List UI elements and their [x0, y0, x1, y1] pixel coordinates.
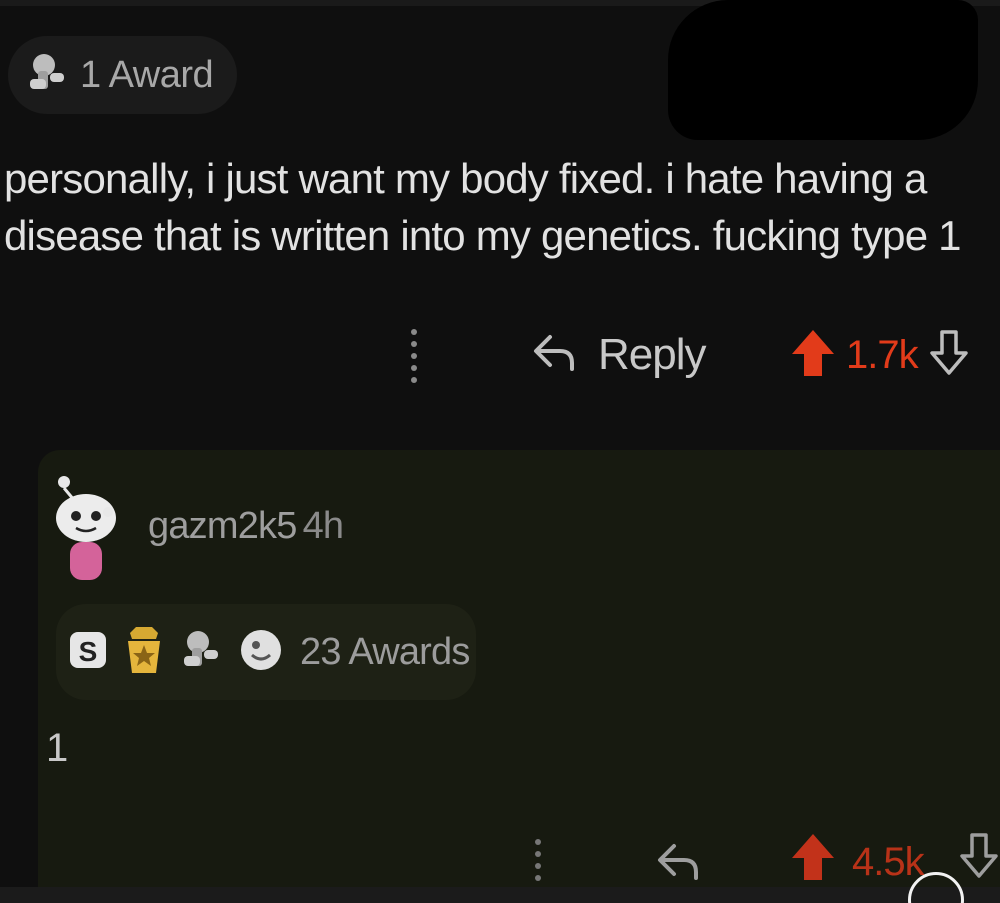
- helpful-award-icon: [238, 627, 284, 678]
- bottom-bar: [0, 887, 1000, 903]
- screenshot-page: 1 Award personally, i just want my body …: [0, 0, 1000, 903]
- reply-arrow-icon[interactable]: [656, 840, 702, 889]
- awards-pill[interactable]: S 23 Awards: [56, 604, 476, 700]
- downvote-arrow-icon[interactable]: [958, 832, 1000, 885]
- redaction-mark: [668, 0, 978, 140]
- reply-button[interactable]: Reply: [532, 330, 706, 380]
- username[interactable]: gazm2k5: [148, 505, 297, 547]
- reply-comment-body: 1: [46, 726, 69, 770]
- downvote-arrow-icon[interactable]: [928, 329, 970, 382]
- award-pill[interactable]: 1 Award: [8, 36, 238, 114]
- upvote-arrow-icon[interactable]: [790, 328, 836, 383]
- award-count-label: 1 Award: [80, 53, 214, 96]
- helpful-award-icon: [24, 49, 72, 102]
- score-count: 1.7k: [846, 333, 919, 377]
- comment-age: 4h: [302, 505, 344, 547]
- score-count: 4.5k: [852, 840, 925, 884]
- reply-author[interactable]: gazm2k5 4h: [148, 505, 344, 548]
- gold-award-icon: [122, 623, 166, 682]
- svg-text:S: S: [79, 636, 98, 667]
- vote-controls: 1.7k: [790, 328, 970, 383]
- reply-arrow-icon: [532, 331, 578, 380]
- avatar[interactable]: [48, 470, 128, 588]
- upvote-arrow-icon[interactable]: [790, 832, 836, 887]
- silver-award-icon: S: [66, 628, 110, 677]
- more-vertical-icon[interactable]: [530, 832, 546, 893]
- wholesome-award-icon: [178, 626, 226, 679]
- more-options-button[interactable]: [404, 322, 424, 392]
- parent-comment-body: personally, i just want my body fixed. i…: [4, 155, 962, 259]
- reply-action-row: 4.5k: [0, 826, 1000, 890]
- awards-count-label: 23 Awards: [300, 630, 470, 673]
- reply-label: Reply: [598, 330, 706, 379]
- more-vertical-icon: [404, 322, 424, 397]
